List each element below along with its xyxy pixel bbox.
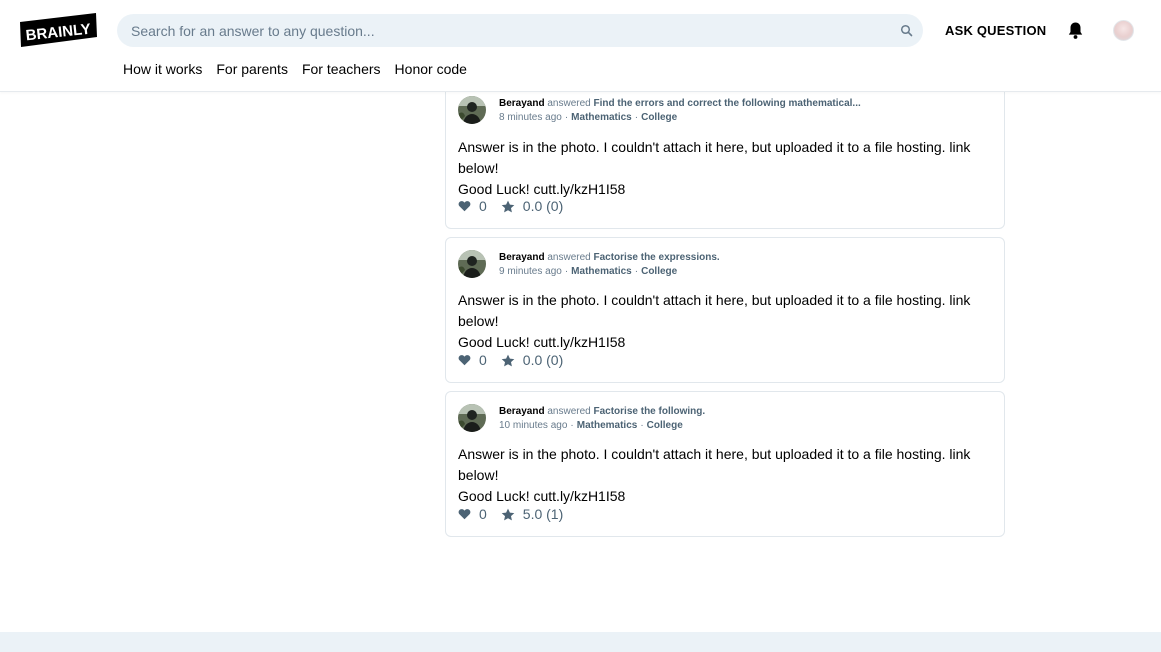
ask-question-button[interactable]: ASK QUESTION [937, 14, 1054, 47]
rating-value: 0.0 (0) [522, 198, 564, 214]
level-link[interactable]: College [641, 112, 677, 123]
answer-text-line: Answer is in the photo. I couldn't attac… [458, 446, 971, 483]
separator-dot: · [570, 420, 574, 431]
answer-actions: 0 0.0 (0) [458, 198, 563, 214]
user-avatar[interactable] [1113, 20, 1134, 41]
rating-value: 0.0 (0) [522, 352, 564, 368]
separator-dot: · [634, 112, 639, 123]
author-name[interactable]: Berayand [499, 406, 545, 417]
thanks-count: 0 [479, 198, 487, 214]
answer-text-line: Good Luck! cutt.ly/kzH1I58 [458, 488, 626, 504]
footer-band [0, 632, 1161, 652]
nav-how-it-works[interactable]: How it works [123, 61, 202, 77]
separator-dot: · [634, 266, 639, 277]
answer-meta: Berayand answered Find the errors and co… [499, 97, 861, 125]
rating-button[interactable]: 5.0 (1) [501, 506, 563, 522]
answer-card: Berayand answered Factorise the followin… [445, 391, 1005, 537]
answer-meta: Berayand answered Factorise the followin… [499, 405, 705, 433]
answer-actions: 0 0.0 (0) [458, 352, 563, 368]
timestamp: 9 minutes ago [499, 266, 562, 277]
header-nav: How it works For parents For teachers Ho… [123, 61, 481, 77]
answer-text-line: Answer is in the photo. I couldn't attac… [458, 292, 971, 329]
answer-card: Berayand answered Find the errors and co… [445, 80, 1005, 229]
rating-button[interactable]: 0.0 (0) [501, 198, 563, 214]
author-name[interactable]: Berayand [499, 252, 545, 263]
answer-text: Answer is in the photo. I couldn't attac… [458, 137, 988, 200]
author-name[interactable]: Berayand [499, 98, 545, 109]
heart-icon [458, 509, 471, 520]
heart-icon [458, 355, 471, 366]
timestamp: 8 minutes ago [499, 112, 562, 123]
brainly-logo[interactable]: BRAINLY [20, 13, 97, 47]
level-link[interactable]: College [641, 266, 677, 277]
answered-label: answered [547, 98, 591, 109]
star-icon [501, 508, 515, 520]
subject-link[interactable]: Mathematics [571, 112, 632, 123]
star-icon [501, 200, 515, 212]
question-link[interactable]: Factorise the following. [594, 406, 706, 417]
heart-icon [458, 201, 471, 212]
separator-dot: · [564, 266, 569, 277]
answer-actions: 0 5.0 (1) [458, 506, 563, 522]
answered-label: answered [547, 406, 591, 417]
answer-meta: Berayand answered Factorise the expressi… [499, 251, 720, 279]
author-avatar[interactable] [458, 96, 486, 124]
subject-link[interactable]: Mathematics [571, 266, 632, 277]
answer-text-line: Answer is in the photo. I couldn't attac… [458, 139, 971, 176]
thanks-button[interactable]: 0 [458, 506, 487, 522]
separator-dot: · [640, 420, 644, 431]
nav-for-parents[interactable]: For parents [216, 61, 288, 77]
timestamp: 10 minutes ago [499, 420, 568, 431]
rating-button[interactable]: 0.0 (0) [501, 352, 563, 368]
question-link[interactable]: Factorise the expressions. [594, 252, 720, 263]
answer-text-line: Good Luck! cutt.ly/kzH1I58 [458, 181, 626, 197]
bell-icon[interactable] [1067, 21, 1084, 40]
thanks-button[interactable]: 0 [458, 198, 487, 214]
thanks-count: 0 [479, 506, 487, 522]
author-avatar[interactable] [458, 404, 486, 432]
rating-value: 5.0 (1) [522, 506, 564, 522]
answered-label: answered [547, 252, 591, 263]
level-link[interactable]: College [647, 420, 683, 431]
search-input[interactable] [131, 14, 891, 47]
answer-text: Answer is in the photo. I couldn't attac… [458, 444, 988, 507]
separator-dot: · [564, 112, 569, 123]
answer-text-line: Good Luck! cutt.ly/kzH1I58 [458, 334, 626, 350]
nav-for-teachers[interactable]: For teachers [302, 61, 381, 77]
search-bar [117, 14, 923, 47]
question-link[interactable]: Find the errors and correct the followin… [594, 98, 861, 109]
thanks-count: 0 [479, 352, 487, 368]
top-header: BRAINLY ASK QUESTION How it works For pa… [0, 0, 1161, 92]
thanks-button[interactable]: 0 [458, 352, 487, 368]
search-icon[interactable] [900, 24, 913, 37]
subject-link[interactable]: Mathematics [577, 420, 638, 431]
nav-honor-code[interactable]: Honor code [395, 61, 467, 77]
author-avatar[interactable] [458, 250, 486, 278]
answer-card: Berayand answered Factorise the expressi… [445, 237, 1005, 383]
answer-text: Answer is in the photo. I couldn't attac… [458, 290, 988, 353]
star-icon [501, 354, 515, 366]
